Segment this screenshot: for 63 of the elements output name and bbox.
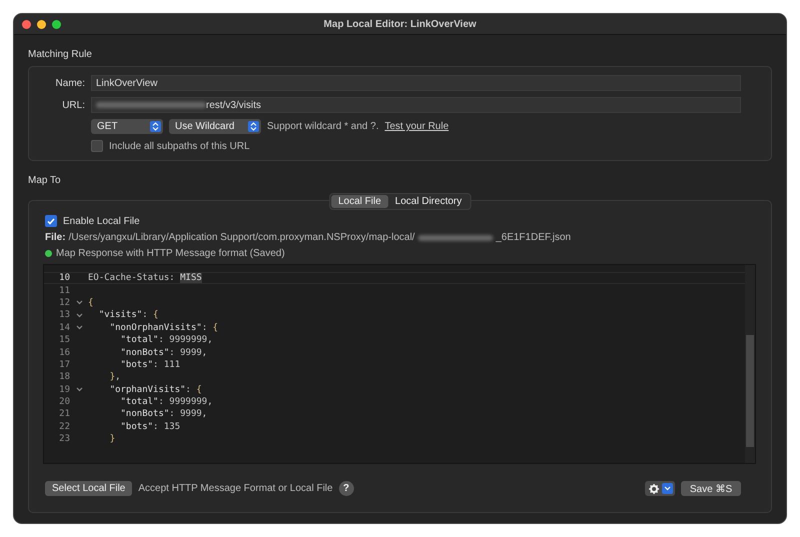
checkbox-label: Enable Local File: [63, 216, 140, 226]
section-heading: Matching Rule: [28, 49, 93, 60]
checkmark-icon: [47, 218, 55, 224]
line-number: 21: [58, 409, 70, 420]
checkbox-label: Include all subpaths of this URL: [109, 140, 250, 152]
code-line: "visits": {: [98, 310, 158, 320]
tab[interactable]: Local Directory: [388, 195, 469, 208]
footer-hint: Accept HTTP Message Format or Local File: [138, 483, 333, 494]
code-line: "nonBots": 9999,: [120, 348, 208, 358]
code-line: "nonBots": 9999,: [120, 409, 208, 420]
checkbox[interactable]: [45, 215, 57, 227]
code-line: "orphanVisits": {: [108, 384, 202, 395]
field-label: Name:: [54, 78, 85, 88]
line-number: 17: [58, 360, 70, 370]
line-number: 14: [58, 322, 70, 333]
line-number: 13: [58, 310, 70, 320]
line-number: 18: [58, 372, 70, 382]
line-number: 12: [58, 298, 70, 308]
settings-icon: [649, 484, 659, 494]
code-line: EO-Cache-Status: MISS: [88, 273, 202, 284]
save-button[interactable]: Save ⌘S: [681, 481, 741, 496]
line-number: 20: [58, 397, 70, 408]
maximize-icon[interactable]: [52, 20, 61, 28]
code-line: },: [108, 372, 121, 382]
field-label: URL:: [61, 100, 85, 110]
code-line: "bots": 111: [120, 360, 180, 370]
up-down-arrows-icon: [152, 122, 159, 131]
url-field[interactable]: rest/v3/visits: [91, 97, 741, 113]
help-button[interactable]: ?: [338, 481, 354, 496]
method-dropdown[interactable]: GET: [91, 119, 163, 134]
window-title: Map Local Editor: LinkOverView: [324, 18, 478, 30]
tab[interactable]: Local File: [331, 195, 388, 208]
file-name-suffix: _6E1F1DEF.json: [496, 232, 571, 243]
code-line: "bots": 135: [120, 422, 180, 432]
test-rule-link[interactable]: Test your Rule: [384, 121, 449, 132]
chevron-icon: [664, 486, 671, 491]
select-file-button[interactable]: Select Local File: [45, 481, 132, 496]
code-line: "total": 9999999,: [120, 397, 213, 408]
line-number: 19: [58, 384, 70, 395]
code-line: {: [88, 298, 94, 308]
section-heading: Map To: [28, 175, 62, 186]
name-field[interactable]: LinkOverView: [91, 75, 741, 91]
minimize-icon[interactable]: [37, 20, 46, 28]
scrollbar[interactable]: [745, 265, 755, 463]
code-line: "total": 9999999,: [120, 335, 213, 346]
file-path: /Users/yangxu/Library/Application Support/com.proxyman.NSProxy/map-local/: [68, 232, 415, 243]
code-line: "nonOrphanVisits": {: [108, 322, 218, 333]
checkbox[interactable]: [91, 140, 103, 152]
line-number: 22: [58, 422, 70, 432]
file-label: File:: [45, 232, 66, 243]
line-number: 16: [58, 348, 70, 358]
close-icon[interactable]: [22, 20, 31, 28]
line-number: 15: [58, 335, 70, 346]
line-number: 10: [58, 273, 70, 284]
match-mode-dropdown[interactable]: Use Wildcard: [169, 119, 261, 134]
up-down-arrows-icon: [250, 122, 257, 131]
line-number: 23: [58, 434, 70, 444]
status-text: Map Response with HTTP Message format (Saved): [56, 248, 285, 259]
line-number: 11: [58, 286, 70, 296]
hint-text: Support wildcard * and ?.: [267, 121, 379, 132]
chevron-icon: [76, 387, 82, 392]
settings-dropdown[interactable]: [645, 481, 675, 496]
code-line: }: [108, 434, 116, 444]
